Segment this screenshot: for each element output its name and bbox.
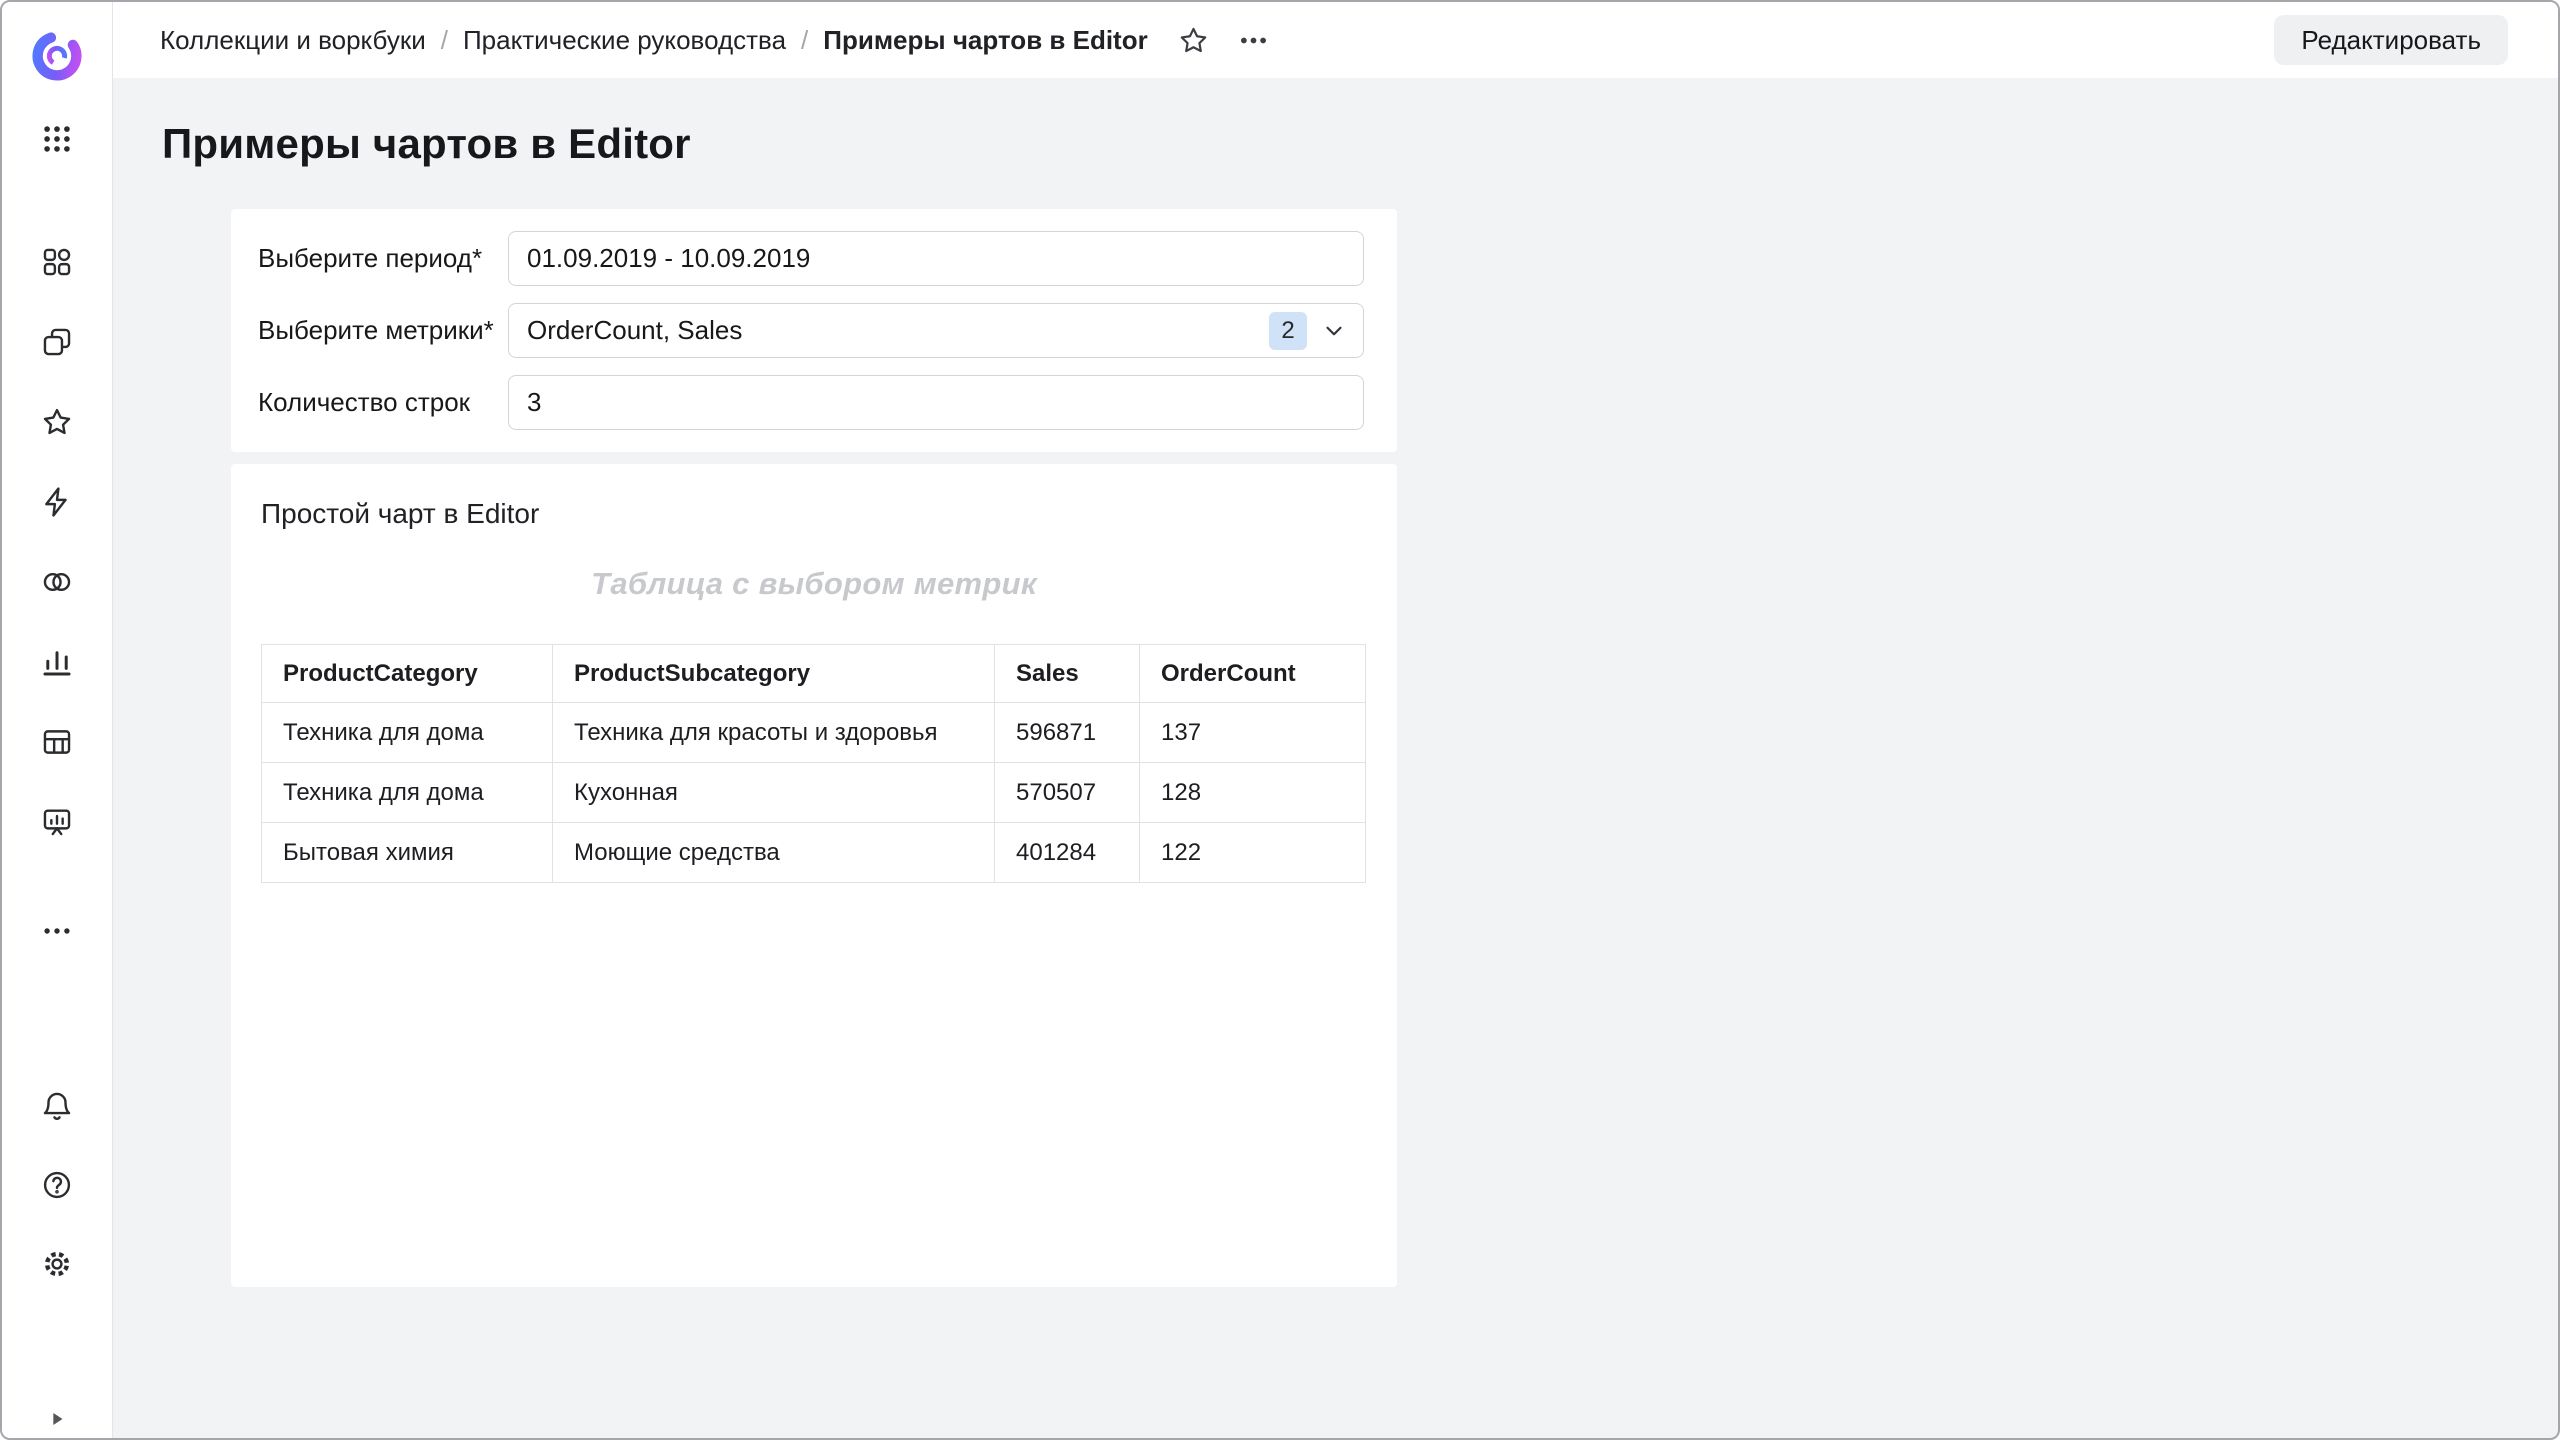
table-cell: Бытовая химия xyxy=(262,823,553,883)
metrics-select[interactable]: OrderCount, Sales 2 xyxy=(508,303,1364,358)
table-cell: Кухонная xyxy=(553,763,995,823)
sidebar-item-connections[interactable] xyxy=(40,485,74,519)
help-button[interactable] xyxy=(40,1168,74,1202)
apps-grid-icon xyxy=(40,122,74,156)
rows-count-input[interactable] xyxy=(508,375,1364,430)
copy-icon xyxy=(40,325,74,359)
app-window: Коллекции и воркбуки / Практические руко… xyxy=(0,0,2560,1440)
sidebar xyxy=(2,2,113,1438)
breadcrumb-collections[interactable]: Коллекции и воркбуки xyxy=(160,25,426,56)
table-cell: Моющие средства xyxy=(553,823,995,883)
rows-control-row: Количество строк xyxy=(258,375,1365,430)
sidebar-bottom xyxy=(40,1089,74,1281)
chart-title: Простой чарт в Editor xyxy=(261,498,1367,530)
metrics-label: Выберите метрики* xyxy=(258,315,508,346)
chevron-down-icon xyxy=(1321,318,1347,344)
page-title: Примеры чартов в Editor xyxy=(162,118,2558,170)
period-label: Выберите период* xyxy=(258,243,508,274)
table-header-row: ProductCategory ProductSubcategory Sales… xyxy=(262,645,1366,703)
table-cell: 596871 xyxy=(995,703,1140,763)
period-input[interactable] xyxy=(508,231,1364,286)
sidebar-expand-button[interactable] xyxy=(46,1408,68,1430)
page-content: Примеры чартов в Editor Выберите период*… xyxy=(113,78,2558,1438)
breadcrumb-current: Примеры чартов в Editor xyxy=(823,25,1147,56)
breadcrumb-guides[interactable]: Практические руководства xyxy=(463,25,786,56)
period-control-row: Выберите период* xyxy=(258,231,1365,286)
sidebar-nav xyxy=(40,245,74,948)
column-header: OrderCount xyxy=(1140,645,1366,703)
selectors-panel: Выберите период* Выберите метрики* Order… xyxy=(231,209,1397,452)
chart-widget: Простой чарт в Editor Таблица с выбором … xyxy=(231,464,1397,1287)
sidebar-item-collections[interactable] xyxy=(40,245,74,279)
main-area: Коллекции и воркбуки / Практические руко… xyxy=(113,2,2558,1438)
table-cell: 128 xyxy=(1140,763,1366,823)
selected-count-badge: 2 xyxy=(1269,312,1307,350)
table-row: Бытовая химия Моющие средства 401284 122 xyxy=(262,823,1366,883)
column-header: ProductSubcategory xyxy=(553,645,995,703)
notifications-button[interactable] xyxy=(40,1089,74,1123)
table-row: Техника для дома Кухонная 570507 128 xyxy=(262,763,1366,823)
ellipsis-icon xyxy=(40,914,74,948)
sidebar-item-charts[interactable] xyxy=(40,645,74,679)
result-table: ProductCategory ProductSubcategory Sales… xyxy=(261,644,1366,883)
sidebar-item-more[interactable] xyxy=(40,914,74,948)
page-more-button[interactable] xyxy=(1236,22,1272,58)
column-header: ProductCategory xyxy=(262,645,553,703)
gear-icon xyxy=(40,1247,74,1281)
star-outline-icon xyxy=(1177,24,1210,57)
lightning-icon xyxy=(40,485,74,519)
apps-menu-button[interactable] xyxy=(40,122,74,156)
star-icon xyxy=(40,405,74,439)
sidebar-item-favorites[interactable] xyxy=(40,405,74,439)
breadcrumb: Коллекции и воркбуки / Практические руко… xyxy=(160,25,1148,56)
tiles-icon xyxy=(40,245,74,279)
help-icon xyxy=(40,1168,74,1202)
table-cell: 122 xyxy=(1140,823,1366,883)
bar-chart-icon xyxy=(40,645,74,679)
sidebar-item-editor[interactable] xyxy=(40,725,74,759)
metrics-select-value: OrderCount, Sales xyxy=(527,315,742,346)
ellipsis-icon xyxy=(1237,24,1270,57)
datalens-logo-icon xyxy=(30,29,84,83)
metrics-control-row: Выберите метрики* OrderCount, Sales 2 xyxy=(258,303,1365,358)
table-cell: 137 xyxy=(1140,703,1366,763)
edit-button[interactable]: Редактировать xyxy=(2274,15,2508,65)
table-cell: 401284 xyxy=(995,823,1140,883)
settings-button[interactable] xyxy=(40,1247,74,1281)
table-cell: 570507 xyxy=(995,763,1140,823)
table-cell: Техника для красоты и здоровья xyxy=(553,703,995,763)
circles-icon xyxy=(40,565,74,599)
play-triangle-icon xyxy=(46,1408,68,1430)
favorite-button[interactable] xyxy=(1176,22,1212,58)
rows-count-label: Количество строк xyxy=(258,387,508,418)
sidebar-item-workbooks[interactable] xyxy=(40,325,74,359)
sidebar-item-datasets[interactable] xyxy=(40,565,74,599)
table-cell: Техника для дома xyxy=(262,703,553,763)
top-header: Коллекции и воркбуки / Практические руко… xyxy=(113,2,2558,78)
bell-icon xyxy=(40,1089,74,1123)
datalens-logo[interactable] xyxy=(30,29,84,83)
table-cell: Техника для дома xyxy=(262,763,553,823)
breadcrumb-separator: / xyxy=(801,25,808,56)
monitor-icon xyxy=(40,805,74,839)
sidebar-item-dashboards[interactable] xyxy=(40,805,74,839)
breadcrumb-separator: / xyxy=(441,25,448,56)
table-grid-icon xyxy=(40,725,74,759)
column-header: Sales xyxy=(995,645,1140,703)
chart-subtitle: Таблица с выбором метрик xyxy=(261,566,1367,602)
table-row: Техника для дома Техника для красоты и з… xyxy=(262,703,1366,763)
